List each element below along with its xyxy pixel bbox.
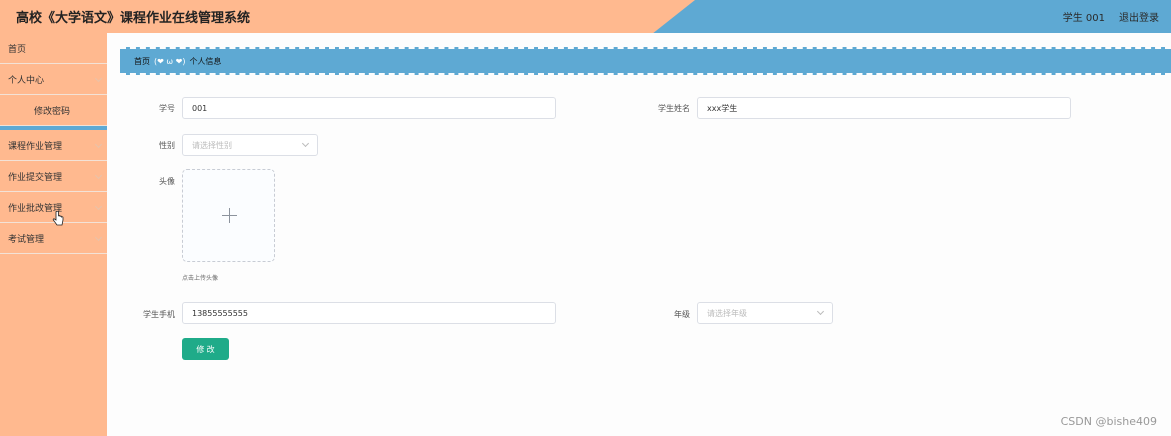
sidebar-item-assignment-submission[interactable]: 作业提交管理 <box>0 161 107 192</box>
student-no-input[interactable]: 001 <box>182 97 556 119</box>
sidebar-item-change-password[interactable]: 修改密码 <box>0 95 107 126</box>
gender-placeholder: 请选择性别 <box>192 140 232 150</box>
chevron-down-icon <box>94 171 103 180</box>
chevron-down-icon <box>94 233 103 242</box>
breadcrumb-home[interactable]: 首页 <box>134 56 150 67</box>
watermark: CSDN @bishe409 <box>1060 415 1157 428</box>
sidebar: 首页 个人中心 修改密码 课程作业管理 作业提交管理 作业批改管理 考试管理 <box>0 33 107 436</box>
breadcrumb-face-separator: (❤ ω ❤) <box>154 56 186 66</box>
chevron-down-icon <box>301 139 310 148</box>
sidebar-item-exam[interactable]: 考试管理 <box>0 223 107 254</box>
main-content: 首页 (❤ ω ❤) 个人信息 学号 001 学生姓名 xxx学生 性别 请选择… <box>107 33 1171 436</box>
sidebar-item-label: 课程作业管理 <box>8 141 63 152</box>
chevron-down-icon <box>94 74 103 83</box>
avatar-label: 头像 <box>159 177 175 186</box>
student-name-label: 学生姓名 <box>658 104 690 113</box>
plus-icon-vertical <box>229 208 230 223</box>
sidebar-item-label: 作业提交管理 <box>8 172 63 183</box>
chevron-down-icon <box>94 140 103 149</box>
sidebar-item-home[interactable]: 首页 <box>0 33 107 64</box>
avatar-hint: 点击上传头像 <box>182 275 219 282</box>
student-no-value: 001 <box>192 103 208 113</box>
phone-value: 13855555555 <box>192 308 248 318</box>
student-no-label: 学号 <box>159 104 175 113</box>
current-user: 学生 001 <box>1062 13 1105 24</box>
breadcrumb: 首页 (❤ ω ❤) 个人信息 <box>120 47 1171 75</box>
breadcrumb-current: 个人信息 <box>189 56 222 66</box>
update-button[interactable]: 修 改 <box>182 338 229 360</box>
sidebar-item-personal-center[interactable]: 个人中心 <box>0 64 107 95</box>
grade-placeholder: 请选择年级 <box>707 308 747 318</box>
gender-select[interactable]: 请选择性别 <box>182 134 318 156</box>
hand-cursor-icon <box>52 211 64 226</box>
top-bar: 高校《大学语文》课程作业在线管理系统 学生 001 退出登录 <box>0 0 1171 33</box>
chevron-down-icon <box>816 307 825 316</box>
grade-label: 年级 <box>674 310 690 319</box>
sidebar-item-label: 修改密码 <box>34 106 71 117</box>
student-name-input[interactable]: xxx学生 <box>697 97 1071 119</box>
sidebar-item-label: 首页 <box>8 44 27 55</box>
app-title: 高校《大学语文》课程作业在线管理系统 <box>16 11 251 26</box>
phone-label: 学生手机 <box>143 310 175 319</box>
grade-select[interactable]: 请选择年级 <box>697 302 833 324</box>
student-name-value: xxx学生 <box>707 103 738 113</box>
phone-input[interactable]: 13855555555 <box>182 302 556 324</box>
gender-label: 性别 <box>159 141 175 150</box>
chevron-down-icon <box>94 202 103 211</box>
sidebar-item-course-assignment[interactable]: 课程作业管理 <box>0 130 107 161</box>
logout-link[interactable]: 退出登录 <box>1119 9 1159 24</box>
sidebar-item-label: 考试管理 <box>8 234 45 245</box>
sidebar-item-label: 个人中心 <box>8 75 45 86</box>
avatar-upload[interactable] <box>182 169 275 262</box>
